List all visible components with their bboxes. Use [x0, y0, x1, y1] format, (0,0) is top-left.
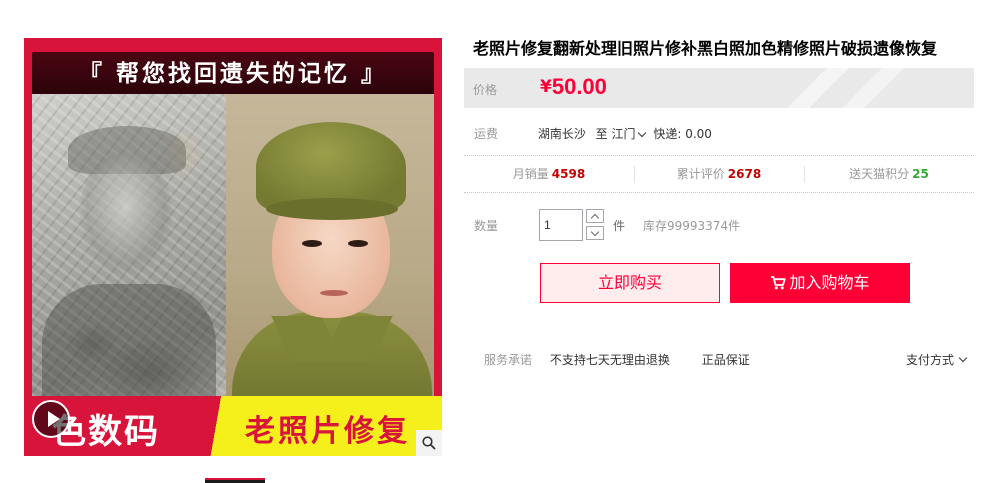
stat-label: 累计评价 — [676, 167, 725, 181]
image-banner: 『 帮您找回遗失的记忆 』 — [32, 52, 434, 96]
product-main-image[interactable]: 『 帮您找回遗失的记忆 』 色数码 老照片修复 — [24, 38, 442, 456]
sales-stats: 月销量 4598 累计评价 2678 送天猫积分 25 — [464, 155, 974, 193]
shipping-origin: 湖南长沙 — [537, 127, 586, 141]
destination-label: 江门 — [611, 127, 636, 141]
total-reviews[interactable]: 累计评价 2678 — [634, 156, 804, 192]
play-video-button[interactable] — [32, 400, 70, 438]
stat-value: 4598 — [551, 167, 586, 181]
chevron-down-icon — [637, 128, 646, 138]
add-to-cart-button[interactable]: 加入购物车 — [730, 263, 910, 303]
image-bottom-strip: 色数码 老照片修复 — [24, 396, 442, 456]
price-panel: 价格 ¥50.00 — [464, 68, 974, 108]
price-currency: ¥ — [540, 77, 552, 97]
buy-now-button[interactable]: 立即购买 — [540, 263, 720, 303]
zoom-icon — [422, 436, 436, 450]
restored-photo — [226, 94, 434, 396]
payment-label: 支付方式 — [906, 353, 955, 367]
stat-label: 送天猫积分 — [849, 167, 910, 181]
service-item-no-return[interactable]: 不支持七天无理由退换 — [550, 353, 670, 367]
tmall-points: 送天猫积分 25 — [804, 156, 974, 192]
price-value: 50.00 — [551, 74, 607, 99]
old-photo — [32, 94, 226, 396]
stat-label: 月销量 — [512, 167, 549, 181]
stat-value: 25 — [912, 167, 929, 181]
payment-methods-dropdown[interactable]: 支付方式 — [906, 351, 968, 368]
quantity-decrease-button[interactable] — [586, 226, 604, 240]
shipping-label: 运费 — [474, 127, 499, 141]
service-label: 服务承诺 — [484, 353, 533, 367]
gallery-thumbnail[interactable] — [205, 478, 265, 483]
quantity-increase-button[interactable] — [586, 209, 604, 223]
quantity-unit: 件 — [613, 219, 626, 233]
quantity-label: 数量 — [474, 219, 499, 233]
service-item-genuine[interactable]: 正品保证 — [702, 353, 750, 367]
shipping-to: 至 — [595, 127, 608, 141]
destination-select[interactable]: 江门 — [612, 127, 650, 141]
quantity-input[interactable] — [539, 209, 583, 241]
stock-count: 库存99993374件 — [643, 219, 741, 233]
price-label: 价格 — [473, 83, 498, 97]
chevron-down-icon — [958, 353, 968, 363]
price: ¥50.00 — [540, 74, 607, 100]
service-promises: 服务承诺 不支持七天无理由退换 正品保证 — [484, 351, 778, 368]
monthly-sales: 月销量 4598 — [464, 156, 634, 192]
shipping-express: 快递: 0.00 — [653, 127, 712, 141]
add-to-cart-label: 加入购物车 — [789, 273, 870, 292]
zoom-button[interactable] — [416, 430, 442, 456]
banner-text: 『 帮您找回遗失的记忆 』 — [78, 60, 387, 87]
play-icon — [48, 411, 60, 427]
product-title: 老照片修复翻新处理旧照片修补黑白照加色精修照片破损遗像恢复 — [473, 39, 938, 58]
cart-icon — [771, 276, 787, 290]
shipping-row: 运费 湖南长沙 至 江门 快递: 0.00 — [474, 125, 712, 142]
stat-value: 2678 — [727, 167, 762, 181]
service-name-text: 老照片修复 — [245, 414, 410, 449]
